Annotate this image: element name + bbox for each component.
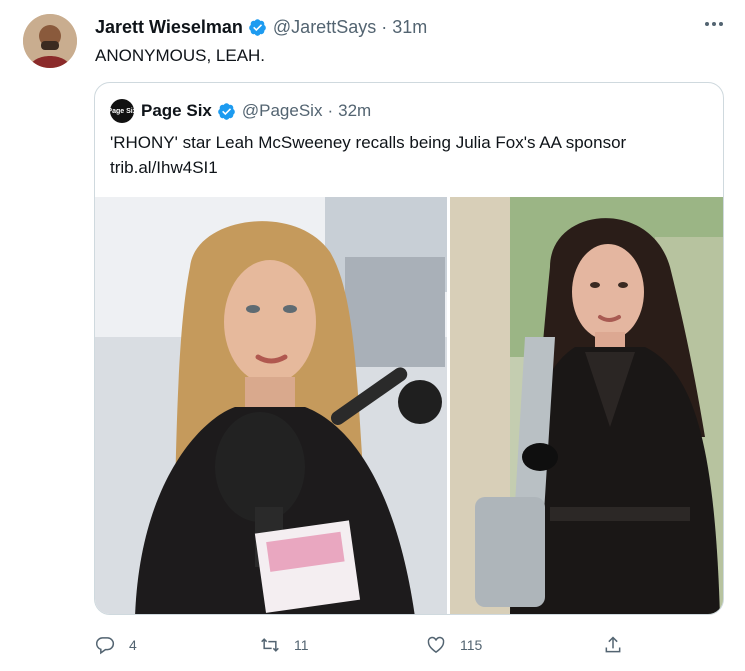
author-handle[interactable]: @JarettSays [273,17,376,38]
like-button[interactable]: 115 [426,630,482,660]
reply-count: 4 [129,637,137,653]
quoted-media[interactable] [95,197,724,615]
pagesix-logo[interactable]: Page Six [107,99,137,123]
quoted-author-name[interactable]: Page Six [141,101,212,121]
tweet-timestamp[interactable]: 31m [392,17,427,38]
like-count: 115 [460,637,483,653]
tweet-actions: 4 11 115 [95,630,735,660]
author-avatar[interactable] [23,14,77,68]
reply-icon [95,637,115,655]
media-photos [95,197,724,615]
more-options-icon[interactable] [703,14,725,34]
verified-badge-icon [218,102,235,120]
retweet-count: 11 [294,637,309,653]
heart-icon [427,636,445,653]
tweet-header: Jarett Wieselman @JarettSays · 31m [95,16,427,38]
reply-button[interactable]: 4 [95,630,137,660]
quoted-link[interactable]: trib.al/Ihw4SI1 [110,155,626,180]
quoted-header: Page Six Page Six @PageSix · 32m [107,99,371,123]
quoted-body: 'RHONY' star Leah McSweeney recalls bein… [110,133,627,152]
verified-badge-icon [249,18,266,36]
avatar-image [23,14,77,68]
quoted-text: 'RHONY' star Leah McSweeney recalls bein… [110,130,626,180]
share-icon [605,636,621,653]
photo-right[interactable] [450,197,724,615]
retweet-icon [261,638,279,652]
quoted-author-handle[interactable]: @PageSix [242,101,323,121]
quoted-tweet[interactable]: Page Six Page Six @PageSix · 32m 'RHONY'… [94,82,724,615]
retweet-button[interactable]: 11 [260,630,309,660]
separator-dot: · [381,16,388,37]
tweet-text: ANONYMOUS, LEAH. [95,46,266,65]
author-name[interactable]: Jarett Wieselman [95,17,243,38]
separator-dot: · [327,101,334,120]
quoted-timestamp[interactable]: 32m [338,101,371,121]
share-button[interactable] [603,630,637,660]
photo-left[interactable] [95,197,447,615]
